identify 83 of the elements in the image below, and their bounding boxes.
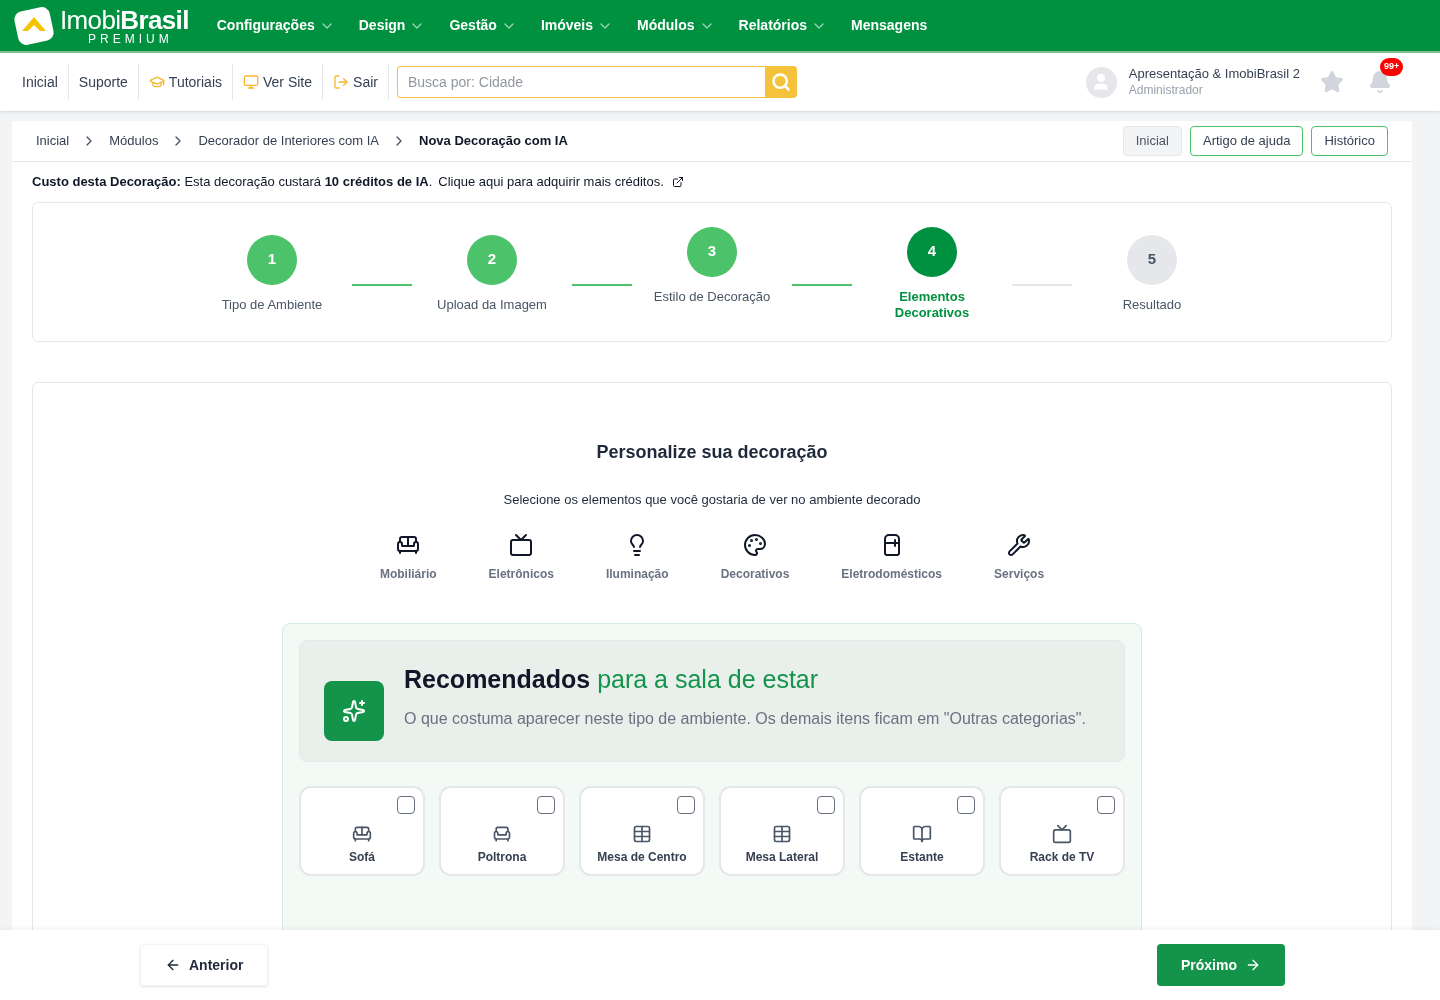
item-label: Estante <box>900 849 944 866</box>
menu-item[interactable]: Relatórios <box>738 15 828 36</box>
table-icon <box>632 824 652 844</box>
category-tab[interactable]: Iluminação <box>597 533 677 583</box>
logo-name: ImobiBrasil <box>60 6 189 33</box>
arrow-right-icon <box>1245 957 1261 973</box>
item-label: Rack de TV <box>1029 849 1095 866</box>
menu-item[interactable]: Design <box>358 15 426 36</box>
menu-item[interactable]: Módulos <box>637 15 715 36</box>
section-title: Personalize sua decoração <box>596 440 828 464</box>
item-label: Mesa Lateral <box>745 849 819 866</box>
tv-icon <box>509 533 534 557</box>
checkbox[interactable] <box>397 796 415 814</box>
external-link-icon <box>671 175 684 188</box>
book-icon <box>912 824 932 844</box>
graduation-cap-icon <box>148 74 165 90</box>
checkbox[interactable] <box>537 796 555 814</box>
category-tab[interactable]: Decorativos <box>712 533 798 583</box>
checkbox[interactable] <box>1097 796 1115 814</box>
cost-notice: Custo desta Decoração: Esta decoração custará 10 créditos de IA. <box>32 173 433 191</box>
menu-item[interactable]: Imóveis <box>540 15 614 36</box>
bell-icon[interactable] <box>1368 70 1392 94</box>
palette-icon <box>742 533 767 557</box>
arrow-left-icon <box>165 957 181 973</box>
category-tab[interactable]: Mobiliário <box>371 533 445 583</box>
section-subtitle: Selecione os elementos que você gostaria de ver no ambiente decorado <box>503 490 921 509</box>
checkbox[interactable] <box>817 796 835 814</box>
breadcrumb-link[interactable]: Decorador de Interiores com IA <box>198 131 380 151</box>
toolbar-link[interactable]: Ver Site <box>233 71 323 93</box>
notification-badge: 99+ <box>1380 58 1404 76</box>
step-label: Upload da Imagem <box>436 296 548 313</box>
next-button[interactable]: Próximo <box>1157 944 1285 986</box>
sofa-icon <box>396 533 421 557</box>
step-label: Tipo de Ambiente <box>220 296 324 313</box>
sparkles-icon <box>324 681 384 741</box>
search-field[interactable]: Busca por: Cidade <box>396 66 765 98</box>
menu-item[interactable]: Configurações <box>216 15 335 36</box>
item-card[interactable]: Estante <box>859 786 985 876</box>
item-card[interactable]: Sofá <box>299 786 425 876</box>
logo-tagline: PREMIUM <box>87 32 174 45</box>
checkbox[interactable] <box>957 796 975 814</box>
toolbar-link[interactable]: Inicial <box>12 71 68 93</box>
table-icon <box>772 824 792 844</box>
category-tab[interactable]: Eletrônicos <box>480 533 562 583</box>
toolbar-link[interactable]: Sair <box>323 71 388 93</box>
recommended-title: Recomendados para a sala de estar <box>404 664 820 695</box>
user-name: Apresentação & ImobiBrasil 2 <box>1128 66 1300 83</box>
item-card[interactable]: Rack de TV <box>999 786 1125 876</box>
item-card[interactable]: Mesa de Centro <box>579 786 705 876</box>
buy-credits-link[interactable]: Clique aqui para adquirir mais créditos. <box>438 172 664 192</box>
item-card[interactable]: Poltrona <box>439 786 565 876</box>
item-label: Poltrona <box>477 849 527 866</box>
current-page-label: Nova Decoração com IA <box>419 132 568 151</box>
category-tab[interactable]: Serviços <box>986 533 1053 583</box>
item-label: Sofá <box>349 849 375 866</box>
toolbar-link[interactable]: Tutoriais <box>138 71 232 93</box>
recommended-text: O que costuma aparecer neste tipo de ambiente. Os demais itens ficam em "Outras categorias". <box>404 708 1086 729</box>
tv-icon <box>1052 824 1072 844</box>
wrench-icon <box>1007 533 1032 557</box>
toolbar-link[interactable]: Suporte <box>68 71 138 93</box>
menu-item[interactable]: Gestão <box>449 15 517 36</box>
header-button[interactable]: Inicial <box>1122 126 1182 156</box>
breadcrumb-link[interactable]: Inicial <box>36 131 70 151</box>
breadcrumb-link[interactable]: Módulos <box>109 131 159 151</box>
exit-icon <box>333 74 350 90</box>
item-label: Mesa de Centro <box>597 849 687 866</box>
previous-button[interactable]: Anterior <box>140 944 269 986</box>
step-label: Resultado <box>1121 296 1183 313</box>
star-icon[interactable] <box>1320 70 1344 94</box>
monitor-icon <box>243 74 259 90</box>
header-button[interactable]: Artigo de ajuda <box>1189 126 1304 156</box>
checkbox[interactable] <box>677 796 695 814</box>
menu-item[interactable]: Mensagens <box>851 15 928 36</box>
sofa-icon <box>352 824 372 844</box>
item-card[interactable]: Mesa Lateral <box>719 786 845 876</box>
armchair-icon <box>492 824 512 844</box>
category-tab[interactable]: Eletrodomésticos <box>833 533 951 583</box>
search-icon <box>770 72 791 92</box>
step-label: Estilo de Decoração <box>653 288 771 305</box>
header-button[interactable]: Histórico <box>1311 126 1388 156</box>
step-label: Elementos Decorativos <box>893 288 971 321</box>
user-role: Administrador <box>1128 82 1204 98</box>
avatar-icon <box>1085 66 1117 98</box>
